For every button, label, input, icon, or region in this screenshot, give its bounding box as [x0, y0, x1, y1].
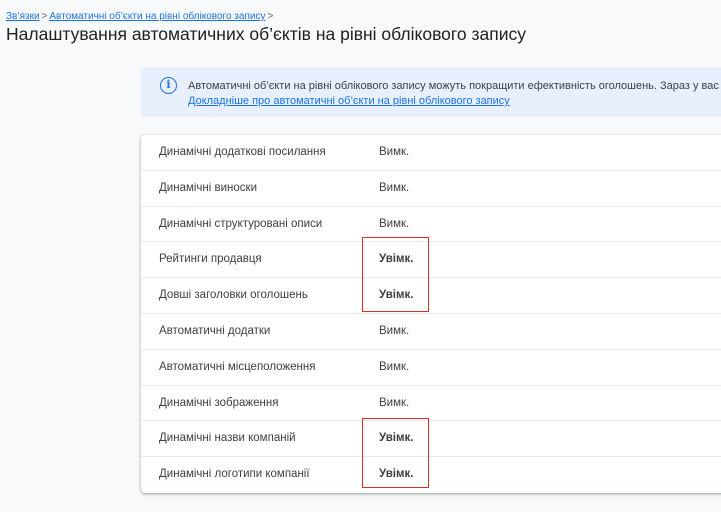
settings-list: Динамічні додаткові посилання Вимк. Дина… — [141, 135, 721, 493]
setting-status: Вимк. — [379, 324, 410, 337]
breadcrumb-separator: > — [41, 11, 48, 22]
setting-row[interactable]: Динамічні додаткові посилання Вимк. — [141, 135, 721, 171]
setting-row[interactable]: Автоматичні додатки Вимк. — [141, 314, 721, 350]
setting-row[interactable]: Динамічні структуровані описи Вимк. — [141, 207, 721, 243]
info-banner-text: Автоматичні об’єкти на рівні облікового … — [188, 80, 719, 92]
setting-label: Довші заголовки оголошень — [159, 289, 308, 302]
setting-status: Увімк. — [379, 289, 414, 302]
setting-status: Увімк. — [379, 253, 414, 266]
info-banner: i Автоматичні об’єкти на рівні обліковог… — [141, 67, 721, 117]
setting-row[interactable]: Рейтинги продавця Увімк. — [141, 242, 721, 279]
setting-row[interactable]: Автоматичні місцеположення Вимк. — [141, 350, 721, 386]
setting-label: Динамічні назви компаній — [159, 432, 296, 445]
breadcrumb-link-connections[interactable]: Зв’язки — [6, 11, 40, 22]
setting-status: Вимк. — [379, 396, 410, 409]
setting-status: Вимк. — [379, 181, 410, 194]
setting-label: Автоматичні місцеположення — [159, 360, 316, 373]
learn-more-link[interactable]: Докладніше про автоматичні об’єкти на рі… — [188, 94, 510, 108]
setting-label: Динамічні додаткові посилання — [159, 146, 326, 158]
breadcrumb: Зв’язки > Автоматичні об’єкти на рівні обл… — [6, 10, 275, 23]
setting-status: Увімк. — [379, 432, 414, 445]
setting-status: Увімк. — [379, 468, 414, 481]
setting-status: Вимк. — [379, 217, 410, 230]
setting-label: Динамічні зображення — [159, 396, 279, 409]
setting-status: Вимк. — [379, 360, 410, 373]
setting-label: Рейтинги продавця — [159, 253, 262, 266]
setting-row[interactable]: Динамічні логотипи компанії Увімк. — [141, 457, 721, 493]
setting-status: Вимк. — [379, 146, 410, 158]
setting-label: Автоматичні додатки — [159, 324, 271, 337]
info-icon: i — [160, 77, 177, 94]
setting-label: Динамічні логотипи компанії — [159, 468, 310, 481]
page-title: Налаштування автоматичних об’єктів на рі… — [6, 24, 527, 44]
page: Зв’язки > Автоматичні об’єкти на рівні обл… — [0, 0, 721, 512]
breadcrumb-link-auto-assets[interactable]: Автоматичні об’єкти на рівні облікового … — [49, 11, 265, 22]
setting-row[interactable]: Динамічні виноски Вимк. — [141, 171, 721, 207]
breadcrumb-separator: > — [267, 11, 274, 22]
setting-row[interactable]: Довші заголовки оголошень Увімк. — [141, 278, 721, 314]
setting-row[interactable]: Динамічні зображення Вимк. — [141, 386, 721, 422]
setting-row[interactable]: Динамічні назви компаній Увімк. — [141, 421, 721, 458]
setting-label: Динамічні виноски — [159, 181, 257, 194]
setting-label: Динамічні структуровані описи — [159, 217, 323, 230]
